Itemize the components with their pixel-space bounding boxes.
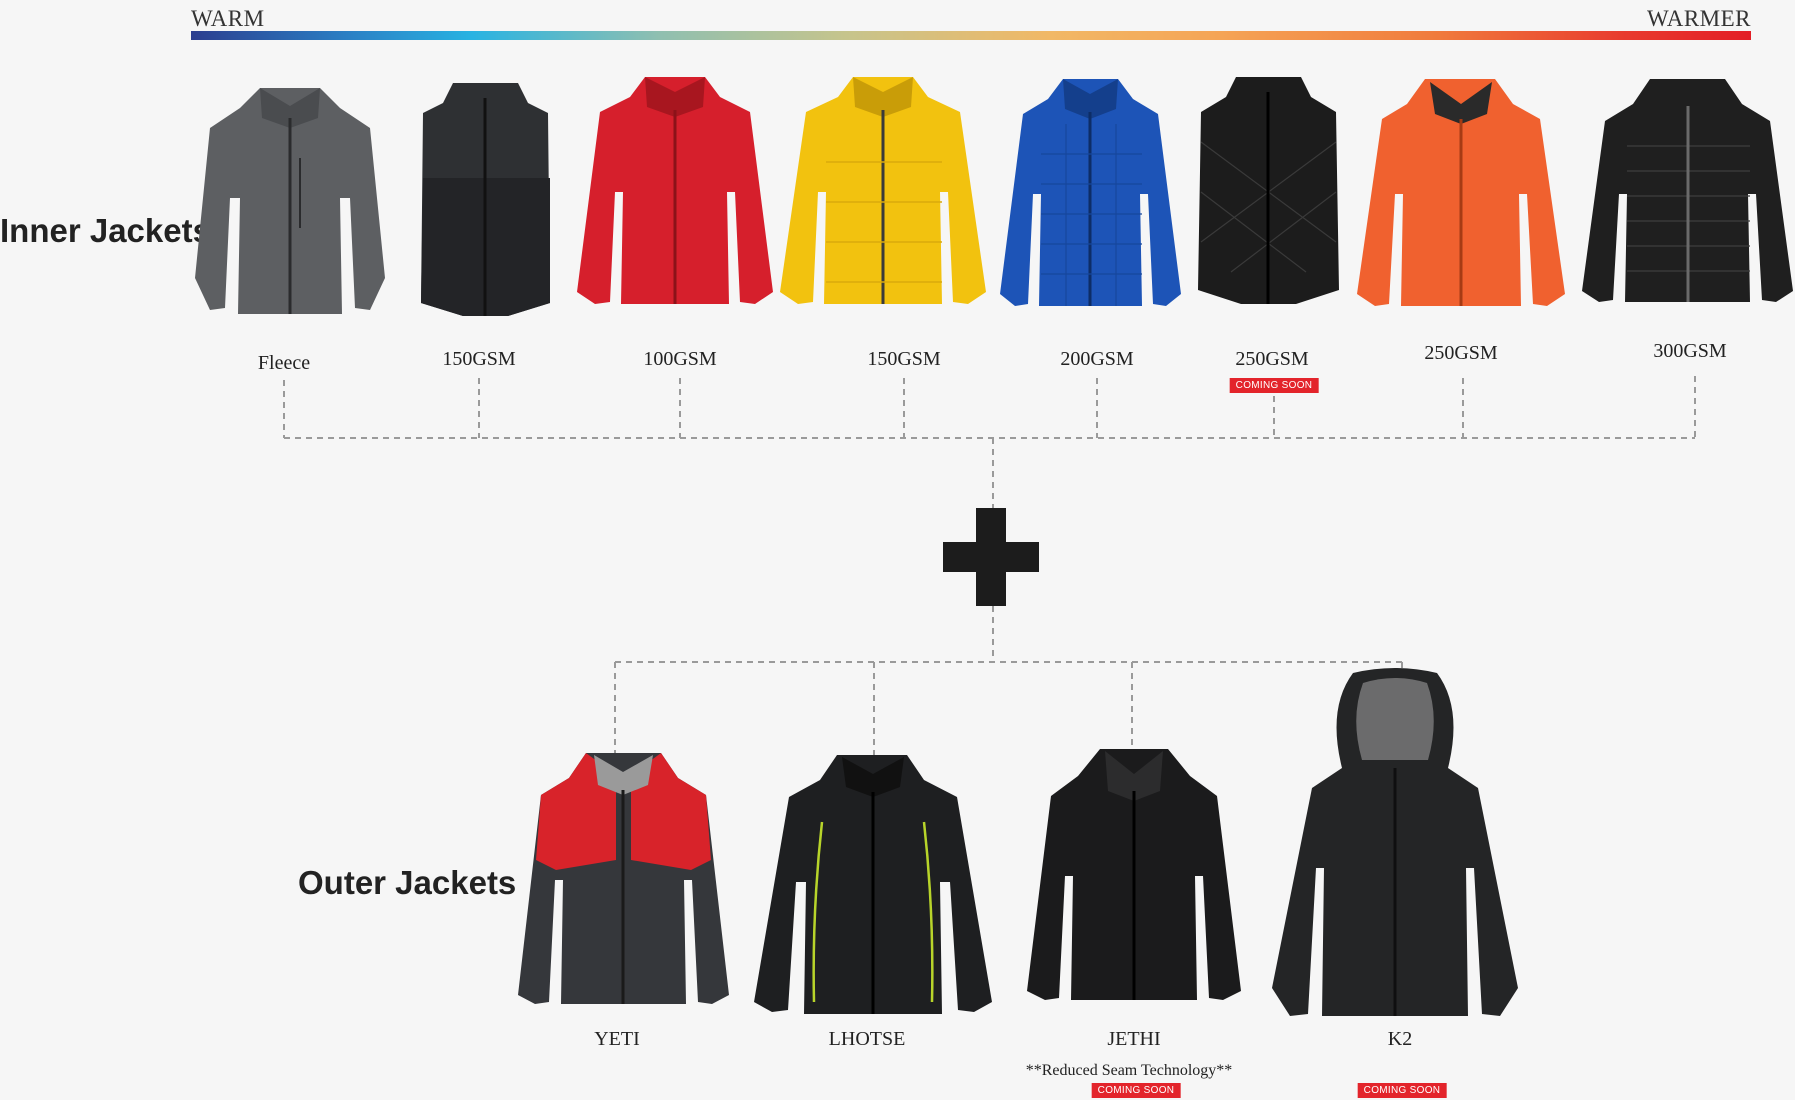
hooded-quilted-jacket-image [1582, 79, 1793, 302]
hooded-softshell-jacket-image [1272, 668, 1518, 1016]
quilted-jacket-image [780, 77, 986, 304]
fleece-jacket-image [195, 88, 385, 314]
shell-jacket-image [754, 755, 992, 1014]
inner-label-100gsm: 100GSM [643, 348, 717, 370]
coming-soon-badge: COMING SOON [1229, 378, 1319, 393]
inner-label-150gsm-vest: 150GSM [442, 348, 516, 370]
outer-label-k2: K2 [1387, 1028, 1413, 1050]
hooded-shell-jacket-image [1027, 749, 1241, 1000]
inner-label-150gsm: 150GSM [867, 348, 941, 370]
reduced-seam-note: **Reduced Seam Technology** [1025, 1062, 1233, 1079]
inner-label-250gsm-vest: 250GSM [1235, 348, 1309, 370]
plus-icon [943, 508, 1039, 606]
quilted-vest-image [1198, 77, 1339, 304]
coming-soon-badge: COMING SOON [1091, 1083, 1181, 1098]
coming-soon-badge: COMING SOON [1357, 1083, 1447, 1098]
inner-label-300gsm: 300GSM [1653, 340, 1727, 362]
outer-label-yeti: YETI [594, 1028, 640, 1050]
hooded-jacket-image [1357, 79, 1565, 306]
inner-label-fleece: Fleece [257, 352, 311, 374]
inner-label-200gsm: 200GSM [1060, 348, 1134, 370]
vest-image [421, 83, 550, 316]
quilted-jacket-image [1000, 79, 1181, 306]
jacket-image [577, 77, 773, 304]
outer-label-lhotse: LHOTSE [828, 1028, 906, 1050]
outer-label-jethi: JETHI [1107, 1028, 1161, 1050]
inner-label-250gsm: 250GSM [1424, 342, 1498, 364]
shell-jacket-image [518, 753, 729, 1004]
